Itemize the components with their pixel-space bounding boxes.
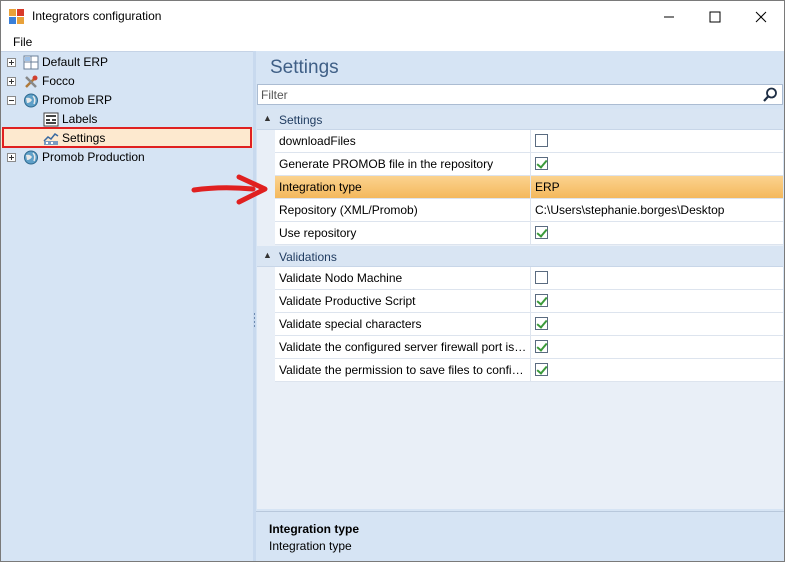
expand-icon[interactable] — [7, 58, 16, 67]
window-title: Integrators configuration — [32, 9, 162, 23]
collapse-icon[interactable] — [7, 96, 16, 105]
prop-checkbox[interactable] — [535, 317, 548, 330]
prop-name: downloadFiles — [279, 134, 356, 148]
prop-row-integration-type[interactable]: Integration type ERP — [275, 176, 783, 199]
app-icon — [9, 9, 25, 25]
column-divider — [530, 222, 531, 245]
column-divider — [530, 290, 531, 313]
prop-row-use-repository[interactable]: Use repository — [275, 222, 783, 245]
description-text: Integration type — [269, 539, 352, 553]
category-validations[interactable]: ▲ Validations — [257, 246, 783, 267]
prop-row-validate-productive-script[interactable]: Validate Productive Script — [275, 290, 783, 313]
page-title: Settings — [270, 57, 339, 78]
labels-icon — [43, 112, 59, 127]
prop-checkbox[interactable] — [535, 157, 548, 170]
globe-icon — [24, 150, 38, 165]
tree-item-label: Labels — [62, 112, 98, 126]
prop-name: Validate the configured server firewall … — [279, 340, 529, 354]
tree-item-promob-production[interactable]: Promob Production — [1, 148, 253, 167]
collapse-arrow-icon[interactable]: ▲ — [263, 113, 272, 123]
prop-name: Validate the permission to save files to… — [279, 363, 529, 377]
prop-checkbox[interactable] — [535, 340, 548, 353]
prop-checkbox[interactable] — [535, 226, 548, 239]
annotation-highlight-box — [2, 127, 252, 148]
filter-input[interactable] — [261, 87, 751, 102]
prop-checkbox[interactable] — [535, 271, 548, 284]
category-settings[interactable]: ▲ Settings — [257, 109, 783, 130]
prop-checkbox[interactable] — [535, 134, 548, 147]
annotation-arrow-icon — [191, 174, 268, 205]
column-divider — [530, 176, 531, 199]
splitter-grip — [254, 325, 255, 327]
tree-item-label: Promob ERP — [42, 93, 113, 107]
splitter-grip — [254, 313, 255, 315]
splitter-grip — [254, 321, 255, 323]
maximize-icon — [709, 11, 721, 22]
collapse-arrow-icon[interactable]: ▲ — [263, 250, 272, 260]
description-title: Integration type — [269, 522, 360, 536]
tree-item-label: Promob Production — [42, 150, 145, 164]
prop-row-repository[interactable]: Repository (XML/Promob) C:\Users\stephan… — [275, 199, 783, 222]
column-divider — [530, 199, 531, 222]
prop-name: Use repository — [279, 226, 357, 240]
prop-row-validate-nodo[interactable]: Validate Nodo Machine — [275, 267, 783, 290]
tree-item-default-erp[interactable]: Default ERP — [1, 53, 253, 72]
tree-item-focco[interactable]: Focco — [1, 72, 253, 91]
prop-name: Validate Nodo Machine — [279, 271, 403, 285]
prop-value[interactable]: ERP — [535, 180, 560, 194]
prop-name: Generate PROMOB file in the repository — [279, 157, 494, 171]
expand-icon[interactable] — [7, 77, 16, 86]
prop-row-validate-special-characters[interactable]: Validate special characters — [275, 313, 783, 336]
prop-name: Repository (XML/Promob) — [279, 203, 418, 217]
prop-checkbox[interactable] — [535, 363, 548, 376]
prop-name: Validate Productive Script — [279, 294, 416, 308]
menu-file[interactable]: File — [13, 35, 32, 49]
column-divider — [530, 359, 531, 382]
tree-item-promob-erp[interactable]: Promob ERP — [1, 91, 253, 110]
minimize-button[interactable] — [646, 1, 692, 32]
prop-row-downloadfiles[interactable]: downloadFiles — [275, 130, 783, 153]
prop-name: Integration type — [279, 180, 362, 194]
prop-row-validate-firewall-port[interactable]: Validate the configured server firewall … — [275, 336, 783, 359]
tree-panel: Default ERP Focco Promob ERP Labels Sett… — [1, 51, 253, 561]
app-window: Integrators configuration File Default E… — [0, 0, 785, 562]
category-label: Validations — [279, 250, 337, 264]
close-icon — [755, 11, 767, 22]
column-divider — [530, 267, 531, 290]
search-icon[interactable] — [762, 87, 778, 103]
tools-icon — [25, 75, 38, 88]
property-grid: ▲ Settings downloadFiles Generate PROMOB… — [257, 109, 783, 509]
column-divider — [530, 313, 531, 336]
column-divider — [530, 336, 531, 359]
tree-item-label: Default ERP — [42, 55, 109, 69]
maximize-button[interactable] — [692, 1, 738, 32]
description-panel: Integration type Integration type — [256, 511, 784, 561]
filter-box[interactable] — [257, 84, 783, 105]
minimize-icon — [664, 16, 674, 17]
globe-icon — [24, 93, 38, 108]
property-panel: Settings ▲ Settings downloadFiles Genera… — [256, 51, 784, 561]
title-bar[interactable]: Integrators configuration — [1, 1, 784, 32]
prop-row-validate-permission[interactable]: Validate the permission to save files to… — [275, 359, 783, 382]
column-divider — [530, 153, 531, 176]
prop-checkbox[interactable] — [535, 294, 548, 307]
expand-icon[interactable] — [7, 153, 16, 162]
splitter-grip — [254, 317, 255, 319]
prop-row-generate-promob[interactable]: Generate PROMOB file in the repository — [275, 153, 783, 176]
menu-bar: File — [1, 32, 784, 51]
tree-item-label: Focco — [42, 74, 75, 88]
prop-value[interactable]: C:\Users\stephanie.borges\Desktop — [535, 203, 724, 217]
grid-icon — [23, 55, 39, 70]
column-divider — [530, 130, 531, 153]
prop-name: Validate special characters — [279, 317, 422, 331]
category-label: Settings — [279, 113, 323, 127]
close-button[interactable] — [738, 1, 784, 32]
